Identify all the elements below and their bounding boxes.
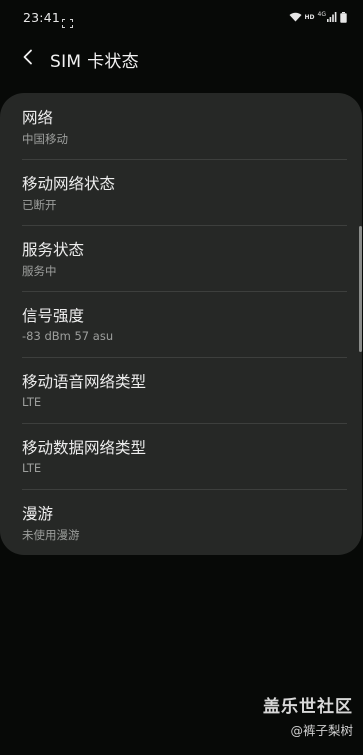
list-item-voice-network-type[interactable]: 移动语音网络类型 LTE	[0, 357, 362, 423]
status-time: 23:41	[23, 10, 61, 25]
app-header: SIM 卡状态	[0, 34, 363, 84]
item-value: 未使用漫游	[22, 528, 80, 542]
item-title: 移动网络状态	[22, 175, 116, 193]
battery-icon	[340, 11, 347, 23]
hd-icon: HD	[304, 13, 315, 21]
status-icons: HD 4G	[289, 10, 347, 24]
watermark-handle: @裤子梨树	[290, 723, 353, 738]
item-value: 服务中	[22, 264, 57, 278]
list-item-signal-strength[interactable]: 信号强度 -83 dBm 57 asu	[0, 291, 362, 357]
wifi-icon	[289, 12, 302, 22]
sim-status-card: 网络 中国移动 移动网络状态 已断开 服务状态 服务中 信号强度 -83 dBm…	[0, 93, 362, 555]
status-bar: 23:41 HD 4G	[0, 0, 363, 34]
item-title: 漫游	[22, 505, 54, 523]
screen: 23:41 HD 4G SIM 卡状态 网络 中国移动 移动网络状态 已断开 服…	[0, 0, 363, 755]
item-value: -83 dBm 57 asu	[22, 329, 114, 343]
network-type-label: 4G	[317, 10, 326, 18]
item-title: 移动数据网络类型	[22, 439, 147, 457]
4g-signal-icon	[327, 12, 337, 22]
item-value: LTE	[22, 395, 42, 409]
back-button[interactable]	[14, 46, 42, 72]
scrollbar[interactable]	[359, 226, 362, 352]
item-value: 已断开	[22, 198, 57, 212]
screenshot-icon	[62, 13, 73, 28]
item-value: 中国移动	[22, 132, 68, 146]
chevron-left-icon	[22, 49, 34, 69]
item-title: 网络	[22, 109, 54, 127]
item-title: 服务状态	[22, 241, 85, 259]
list-item-roaming[interactable]: 漫游 未使用漫游	[0, 489, 362, 555]
item-value: LTE	[22, 461, 42, 475]
list-item-network[interactable]: 网络 中国移动	[0, 93, 362, 159]
watermark-brand: 盖乐世社区	[263, 697, 353, 717]
item-title: 信号强度	[22, 307, 85, 325]
list-item-service-state[interactable]: 服务状态 服务中	[0, 225, 362, 291]
item-title: 移动语音网络类型	[22, 373, 147, 391]
list-item-mobile-network-state[interactable]: 移动网络状态 已断开	[0, 159, 362, 225]
page-title: SIM 卡状态	[50, 52, 139, 72]
list-item-data-network-type[interactable]: 移动数据网络类型 LTE	[0, 423, 362, 489]
